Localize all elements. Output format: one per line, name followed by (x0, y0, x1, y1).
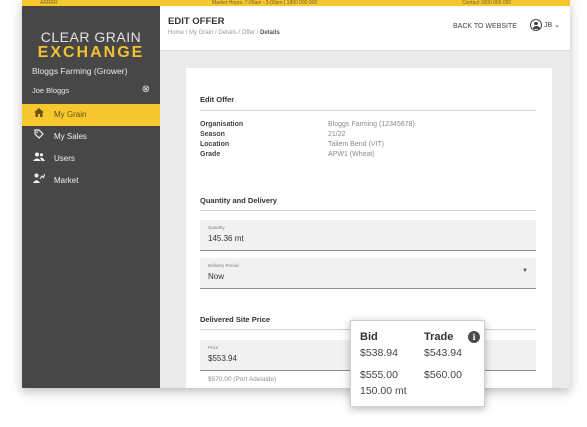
delivery-period-label: Delivery Period (208, 263, 239, 268)
users-icon (32, 148, 46, 170)
info-icon[interactable]: i (468, 331, 480, 343)
season-value: 21/22 (328, 131, 346, 138)
page-title: EDIT OFFER (168, 16, 225, 27)
delivery-period-value: Now (208, 272, 225, 281)
season-label: Season (200, 131, 225, 138)
delivered-site-price-heading: Delivered Site Price (200, 315, 271, 324)
sidebar-item-users[interactable]: Users (22, 148, 160, 170)
app-window: ARRRR Market Hours: 7:00am - 5:00pm | 18… (22, 0, 570, 388)
bid-value-secondary: $555.00 (360, 369, 398, 381)
popover-quantity: 150.00 mt (360, 385, 407, 397)
bid-header: Bid (360, 331, 378, 343)
divider (200, 210, 536, 211)
page-header: EDIT OFFER Home / My Grain / Details / O… (160, 6, 570, 51)
bid-trade-popover: Bid Trade i $538.94 $543.94 $555.00 $560… (350, 320, 485, 407)
chevron-down-icon: ⌄ (554, 21, 560, 29)
sidebar-item-label: My Sales (54, 132, 87, 141)
trade-header: Trade (424, 331, 454, 343)
organisation-name: Bloggs Farming (Grower) (32, 66, 128, 76)
grade-value: APW1 (Wheat) (328, 151, 375, 158)
sidebar-item-market[interactable]: Market (22, 170, 160, 192)
sidebar-item-my-grain[interactable]: My Grain (22, 104, 160, 126)
tag-icon (32, 126, 46, 148)
home-icon (32, 104, 46, 126)
quantity-field-value: 145.36 mt (208, 234, 244, 243)
breadcrumb: Home / My Grain / Details / Offer / Deta… (168, 30, 280, 36)
quantity-field[interactable]: Quantity 145.36 mt (200, 220, 536, 251)
account-circle-icon (530, 19, 542, 31)
trade-value-secondary: $560.00 (424, 369, 462, 381)
edit-offer-heading: Edit Offer (200, 95, 235, 104)
logo-line-1: CLEAR GRAIN (40, 29, 142, 45)
sidebar-item-label: My Grain (54, 110, 87, 119)
sidebar: CLEAR GRAIN EXCHANGE Bloggs Farming (Gro… (22, 6, 160, 388)
close-circle-icon[interactable]: ⊗ (142, 84, 150, 95)
breadcrumb-current: Details (260, 30, 280, 36)
back-to-website-link[interactable]: BACK TO WEBSITE (453, 23, 517, 30)
location-value: Tailem Bend (VIT) (328, 141, 385, 148)
breadcrumb-offer[interactable]: Offer (242, 30, 255, 36)
organisation-value: Bloggs Farming (12345678) (328, 121, 415, 128)
user-name: Joe Bloggs (32, 86, 70, 95)
quantity-delivery-heading: Quantity and Delivery (200, 196, 278, 205)
market-icon (32, 170, 46, 192)
price-field-label: Price (208, 345, 219, 350)
logo-line-2: EXCHANGE (37, 43, 145, 61)
user-row: Joe Bloggs ⊗ (32, 84, 150, 95)
logo[interactable]: CLEAR GRAIN EXCHANGE (22, 30, 160, 61)
delivery-period-select[interactable]: Delivery Period Now ▼ (200, 258, 536, 289)
breadcrumb-my-grain[interactable]: My Grain (189, 30, 213, 36)
account-menu[interactable]: JB ⌄ (530, 19, 560, 31)
divider (200, 110, 536, 111)
grade-label: Grade (200, 151, 221, 158)
bid-value: $538.94 (360, 347, 398, 359)
quantity-field-label: Quantity (208, 225, 225, 230)
sidebar-item-my-sales[interactable]: My Sales (22, 126, 160, 148)
sidebar-item-label: Market (54, 176, 79, 185)
organisation-label: Organisation (200, 121, 244, 128)
account-initials: JB (543, 21, 553, 29)
port-price-text: $570.00 (Port Adelaide) (208, 376, 277, 383)
sidebar-item-label: Users (54, 154, 75, 163)
location-label: Location (200, 141, 230, 148)
trade-value: $543.94 (424, 347, 462, 359)
dropdown-caret-icon: ▼ (522, 268, 528, 274)
breadcrumb-details[interactable]: Details (218, 30, 236, 36)
breadcrumb-home[interactable]: Home (168, 30, 184, 36)
price-field-value: $553.94 (208, 354, 237, 363)
